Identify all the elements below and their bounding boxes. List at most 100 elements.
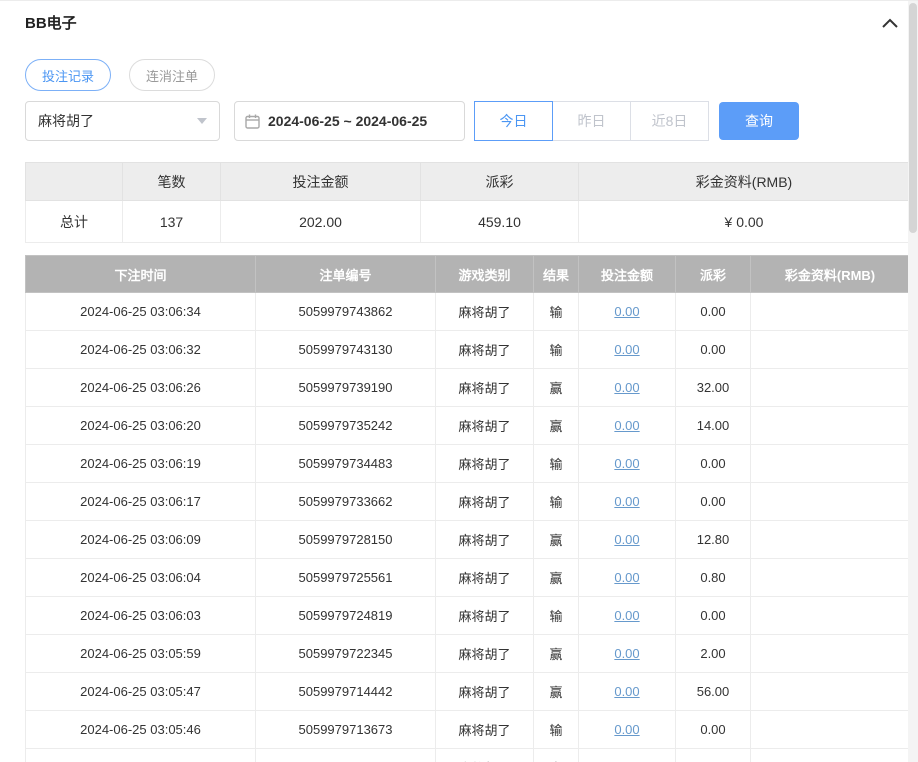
summary-bet-amount: 202.00 [220, 200, 421, 243]
cell-time: 2024-06-25 03:06:26 [25, 368, 256, 407]
cell-game: 麻将胡了 [435, 406, 534, 445]
bet-amount-link[interactable]: 0.00 [614, 608, 639, 623]
cell-time: 2024-06-25 03:05:37 [25, 748, 256, 762]
search-button[interactable]: 查询 [719, 102, 799, 140]
panel-header: BB电子 [0, 1, 918, 33]
cell-game: 麻将胡了 [435, 368, 534, 407]
cell-time: 2024-06-25 03:06:04 [25, 558, 256, 597]
cell-bet: 0.00 [578, 482, 676, 521]
cell-jackpot [750, 558, 910, 597]
yesterday-button[interactable]: 昨日 [552, 101, 631, 141]
cell-game: 麻将胡了 [435, 634, 534, 673]
bet-amount-link[interactable]: 0.00 [614, 570, 639, 585]
bet-amount-link[interactable]: 0.00 [614, 532, 639, 547]
table-row: 2024-06-25 03:06:09 5059979728150 麻将胡了赢 0.0… [25, 520, 910, 559]
cell-game: 麻将胡了 [435, 520, 534, 559]
cell-game: 麻将胡了 [435, 482, 534, 521]
cell-result: 输 [533, 292, 579, 331]
last-8-days-button[interactable]: 近8日 [630, 101, 709, 141]
summary-header-jackpot: 彩金资料(RMB) [578, 162, 910, 201]
cell-jackpot [750, 330, 910, 369]
bet-amount-link[interactable]: 0.00 [614, 380, 639, 395]
summary-count: 137 [122, 200, 221, 243]
col-header-jackpot: 彩金资料(RMB) [750, 255, 910, 293]
cell-payout: 0.00 [675, 292, 751, 331]
cell-time: 2024-06-25 03:06:20 [25, 406, 256, 445]
cell-result: 赢 [533, 368, 579, 407]
cell-bet: 0.00 [578, 710, 676, 749]
cell-time: 2024-06-25 03:06:19 [25, 444, 256, 483]
table-row: 2024-06-25 03:06:03 5059979724819 麻将胡了输 0.0… [25, 596, 910, 635]
table-row: 2024-06-25 03:06:04 5059979725561 麻将胡了赢 0.0… [25, 558, 910, 597]
cell-payout: 0.00 [675, 596, 751, 635]
cell-bet: 0.00 [578, 406, 676, 445]
table-row: 2024-06-25 03:05:47 5059979714442 麻将胡了赢 0.0… [25, 672, 910, 711]
cell-time: 2024-06-25 03:05:59 [25, 634, 256, 673]
cell-order_id: 5059979725561 [255, 558, 436, 597]
cell-bet: 0.00 [578, 748, 676, 762]
cell-result: 赢 [533, 520, 579, 559]
cell-order_id: 5059979734483 [255, 444, 436, 483]
summary-row: 总计 137 202.00 459.10 ¥ 0.00 [25, 200, 910, 243]
cell-bet: 0.00 [578, 520, 676, 559]
cell-jackpot [750, 444, 910, 483]
chevron-down-icon [197, 118, 207, 124]
bet-amount-link[interactable]: 0.00 [614, 418, 639, 433]
bet-amount-link[interactable]: 0.00 [614, 722, 639, 737]
chevron-up-icon[interactable] [880, 13, 900, 33]
cell-jackpot [750, 368, 910, 407]
game-select[interactable]: 麻将胡了 [25, 101, 220, 141]
bet-records-panel: BB电子 投注记录 连消注单 麻将胡了 2024-06-25 ~ 2024-06… [0, 0, 918, 762]
cell-time: 2024-06-25 03:06:09 [25, 520, 256, 559]
tab-bet-records[interactable]: 投注记录 [25, 59, 112, 91]
cell-payout: 0.00 [675, 330, 751, 369]
cell-order_id: 5059979722345 [255, 634, 436, 673]
bet-amount-link[interactable]: 0.00 [614, 342, 639, 357]
summary-header-payout: 派彩 [420, 162, 579, 201]
vertical-scrollbar[interactable] [908, 1, 918, 762]
cell-game: 麻将胡了 [435, 672, 534, 711]
cell-result: 输 [533, 444, 579, 483]
summary-header-count: 笔数 [122, 162, 221, 201]
cell-payout: 2.00 [675, 634, 751, 673]
col-header-bet-amount: 投注金额 [578, 255, 676, 293]
cell-jackpot [750, 596, 910, 635]
scrollbar-thumb[interactable] [909, 3, 917, 233]
cell-order_id: 5059979724819 [255, 596, 436, 635]
summary-header-bet-amount: 投注金额 [220, 162, 421, 201]
table-row: 2024-06-25 03:06:20 5059979735242 麻将胡了赢 0.0… [25, 406, 910, 445]
tab-cancelled-orders[interactable]: 连消注单 [129, 59, 216, 91]
bet-amount-link[interactable]: 0.00 [614, 456, 639, 471]
date-range-input[interactable]: 2024-06-25 ~ 2024-06-25 [234, 101, 465, 141]
cell-bet: 0.00 [578, 444, 676, 483]
cell-time: 2024-06-25 03:06:03 [25, 596, 256, 635]
cell-bet: 0.00 [578, 634, 676, 673]
cell-payout: 0.00 [675, 444, 751, 483]
table-row: 2024-06-25 03:06:34 5059979743862 麻将胡了输 0.0… [25, 292, 910, 331]
cell-game: 麻将胡了 [435, 292, 534, 331]
summary-table: 笔数 投注金额 派彩 彩金资料(RMB) 总计 137 202.00 459.1… [25, 162, 910, 243]
col-header-payout: 派彩 [675, 255, 751, 293]
table-row: 2024-06-25 03:06:17 5059979733662 麻将胡了输 0.0… [25, 482, 910, 521]
bet-amount-link[interactable]: 0.00 [614, 494, 639, 509]
summary-payout: 459.10 [420, 200, 579, 243]
cell-time: 2024-06-25 03:05:47 [25, 672, 256, 711]
table-row: 2024-06-25 03:06:32 5059979743130 麻将胡了输 0.0… [25, 330, 910, 369]
cell-order_id: 5059979713673 [255, 710, 436, 749]
cell-order_id: 5059979714442 [255, 672, 436, 711]
cell-game: 麻将胡了 [435, 444, 534, 483]
cell-result: 赢 [533, 748, 579, 762]
bet-amount-link[interactable]: 0.00 [614, 646, 639, 661]
cell-jackpot [750, 710, 910, 749]
summary-jackpot: ¥ 0.00 [578, 200, 910, 243]
bet-amount-link[interactable]: 0.00 [614, 304, 639, 319]
cell-order_id: 5059979735242 [255, 406, 436, 445]
today-button[interactable]: 今日 [474, 101, 553, 141]
page-title: BB电子 [25, 15, 77, 32]
bet-amount-link[interactable]: 0.00 [614, 684, 639, 699]
game-select-value: 麻将胡了 [38, 113, 94, 129]
table-row: 2024-06-25 03:06:26 5059979739190 麻将胡了赢 0.0… [25, 368, 910, 407]
cell-game: 麻将胡了 [435, 558, 534, 597]
table-row: 2024-06-25 03:05:375059979708153麻将胡了赢0.0… [25, 748, 910, 762]
col-header-game-type: 游戏类别 [435, 255, 534, 293]
